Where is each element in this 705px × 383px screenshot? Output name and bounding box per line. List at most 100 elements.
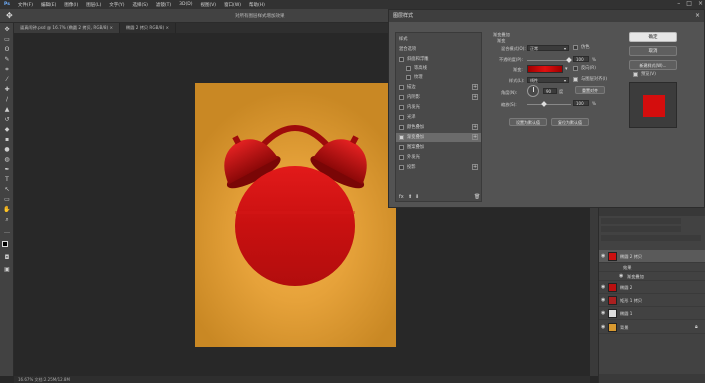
satin-item[interactable]: 光泽 <box>396 113 481 122</box>
checkbox[interactable] <box>399 155 404 160</box>
add-icon[interactable]: + <box>472 124 478 130</box>
eye-icon[interactable]: ◉ <box>601 294 605 307</box>
maximize-icon[interactable]: □ <box>686 0 692 7</box>
quick-mask-icon[interactable]: ◘ <box>3 255 11 261</box>
bevel-emboss-item[interactable]: 斜面和浮雕 <box>396 55 481 64</box>
layer-effects-row[interactable]: 效果 <box>599 263 705 272</box>
checkbox[interactable] <box>399 85 404 90</box>
menu-layer[interactable]: 图层(L) <box>82 2 105 8</box>
menu-file[interactable]: 文件(F) <box>14 2 37 8</box>
reset-default-button[interactable]: 复位为默认值 <box>551 118 589 126</box>
dither-option[interactable]: 仿色 <box>573 43 603 52</box>
eye-icon[interactable]: ◉ <box>619 272 623 281</box>
move-icon[interactable]: ✥ <box>3 27 11 33</box>
blur-icon[interactable]: ● <box>3 147 11 153</box>
add-icon[interactable]: + <box>472 164 478 170</box>
style-list-header[interactable]: 样式 <box>396 35 481 44</box>
angle-dial[interactable] <box>527 85 539 97</box>
texture-item[interactable]: 纹理 <box>396 73 481 82</box>
delete-icon[interactable]: 🗑︎ <box>474 194 480 200</box>
menu-type[interactable]: 文字(Y) <box>105 2 128 8</box>
stamp-icon[interactable]: ▲ <box>3 107 11 113</box>
inner-glow-item[interactable]: 内发光 <box>396 103 481 112</box>
screen-mode-icon[interactable]: ▣ <box>3 267 11 273</box>
checkbox[interactable] <box>399 115 404 120</box>
preview-option[interactable]: 预览(V) <box>633 70 677 79</box>
menu-edit[interactable]: 编辑(E) <box>37 2 60 8</box>
cancel-button[interactable]: 取消 <box>629 46 677 56</box>
inner-shadow-item[interactable]: 内阴影 + <box>396 93 481 102</box>
gradient-icon[interactable]: ▪ <box>3 137 11 143</box>
align-with-layer-option[interactable]: 与图层对齐(I) <box>573 75 621 84</box>
chevron-down-icon[interactable]: ▾ <box>565 66 568 72</box>
set-default-button[interactable]: 设置为默认值 <box>509 118 547 126</box>
layer-row[interactable]: ◉ 矩形 1 拷贝 <box>599 294 705 307</box>
reset-alignment-button[interactable]: 重置对齐 <box>575 86 605 94</box>
opacity-slider[interactable] <box>527 60 569 61</box>
hand-icon[interactable]: ✋ <box>3 207 11 213</box>
shape-icon[interactable]: ▭ <box>3 197 11 203</box>
angle-input[interactable]: 90 <box>543 88 557 94</box>
gradient-overlay-item[interactable]: 渐变叠加 + <box>396 133 481 142</box>
eye-icon[interactable]: ◉ <box>601 307 605 320</box>
lasso-icon[interactable]: ʘ <box>3 47 11 53</box>
dodge-icon[interactable]: ◍ <box>3 157 11 163</box>
foreground-color-swatch[interactable] <box>2 241 8 247</box>
checkbox[interactable] <box>399 95 404 100</box>
style-select[interactable]: 线性 ▾ <box>527 77 569 83</box>
stroke-item[interactable]: 描边 + <box>396 83 481 92</box>
menu-3d[interactable]: 3D(D) <box>175 2 196 7</box>
layer-row[interactable]: ◉ 椭圆 2 <box>599 281 705 294</box>
blending-options-item[interactable]: 混合选项 <box>396 45 481 54</box>
layer-effect-item[interactable]: ◉ 渐变叠加 <box>599 272 705 281</box>
type-icon[interactable]: T <box>3 177 11 183</box>
brush-icon[interactable]: ∕ <box>3 97 11 103</box>
menu-select[interactable]: 选择(S) <box>129 2 152 8</box>
app-logo[interactable]: Ps <box>0 2 14 7</box>
eye-icon[interactable]: ◉ <box>601 250 605 263</box>
ok-button[interactable]: 确定 <box>629 32 677 42</box>
menu-window[interactable]: 窗口(W) <box>220 2 245 8</box>
menu-filter[interactable]: 滤镜(T) <box>152 2 175 8</box>
layer-row[interactable]: ◉ 椭圆 1 <box>599 307 705 320</box>
gradient-swatch[interactable] <box>527 65 563 73</box>
tab-document-2[interactable]: 椭圆 2 拷贝 RGB/8) × <box>120 23 176 33</box>
checkbox[interactable] <box>573 77 578 82</box>
drop-shadow-item[interactable]: 投影 + <box>396 163 481 172</box>
move-tool-icon[interactable]: ✥ <box>6 11 13 20</box>
close-icon[interactable]: × <box>695 12 700 19</box>
menu-view[interactable]: 视图(V) <box>196 2 220 8</box>
checkbox[interactable] <box>399 145 404 150</box>
path-select-icon[interactable]: ↖ <box>3 187 11 193</box>
layer-row[interactable]: ◉ 椭圆 2 拷贝 <box>599 250 705 263</box>
healing-icon[interactable]: ✚ <box>3 87 11 93</box>
add-icon[interactable]: + <box>472 84 478 90</box>
history-brush-icon[interactable]: ↺ <box>3 117 11 123</box>
color-overlay-item[interactable]: 颜色叠加 + <box>396 123 481 132</box>
eye-icon[interactable]: ◉ <box>601 321 605 334</box>
eraser-icon[interactable]: ◆ <box>3 127 11 133</box>
tab-document-1[interactable]: 逼真闹钟.psd @ 16.7% (椭圆 2 拷贝, RGB/8) × <box>14 23 121 33</box>
checkbox[interactable] <box>406 75 411 80</box>
checkbox[interactable] <box>406 66 411 71</box>
checkbox[interactable] <box>633 72 638 77</box>
document-canvas[interactable] <box>195 83 396 347</box>
checkbox[interactable] <box>399 165 404 170</box>
pen-icon[interactable]: ✒ <box>3 167 11 173</box>
fx-icon[interactable]: fx <box>399 194 404 200</box>
checkbox[interactable] <box>399 135 404 140</box>
eyedropper-icon[interactable]: ⁄ <box>3 77 11 83</box>
zoom-icon[interactable]: ⌕ <box>3 217 11 223</box>
reverse-option[interactable]: 反向(R) <box>573 64 613 73</box>
marquee-icon[interactable]: ▭ <box>3 37 11 43</box>
add-icon[interactable]: + <box>472 94 478 100</box>
crop-icon[interactable]: ⌗ <box>3 67 11 73</box>
quick-select-icon[interactable]: ✎ <box>3 57 11 63</box>
opacity-input[interactable]: 100 <box>573 56 589 62</box>
minimize-icon[interactable]: – <box>677 0 680 7</box>
close-icon[interactable]: × <box>698 0 703 7</box>
add-icon[interactable]: + <box>472 134 478 140</box>
checkbox[interactable] <box>573 45 578 50</box>
menu-help[interactable]: 帮助(H) <box>245 2 269 8</box>
layer-row[interactable]: ◉ 背景 🔒︎ <box>599 321 705 334</box>
